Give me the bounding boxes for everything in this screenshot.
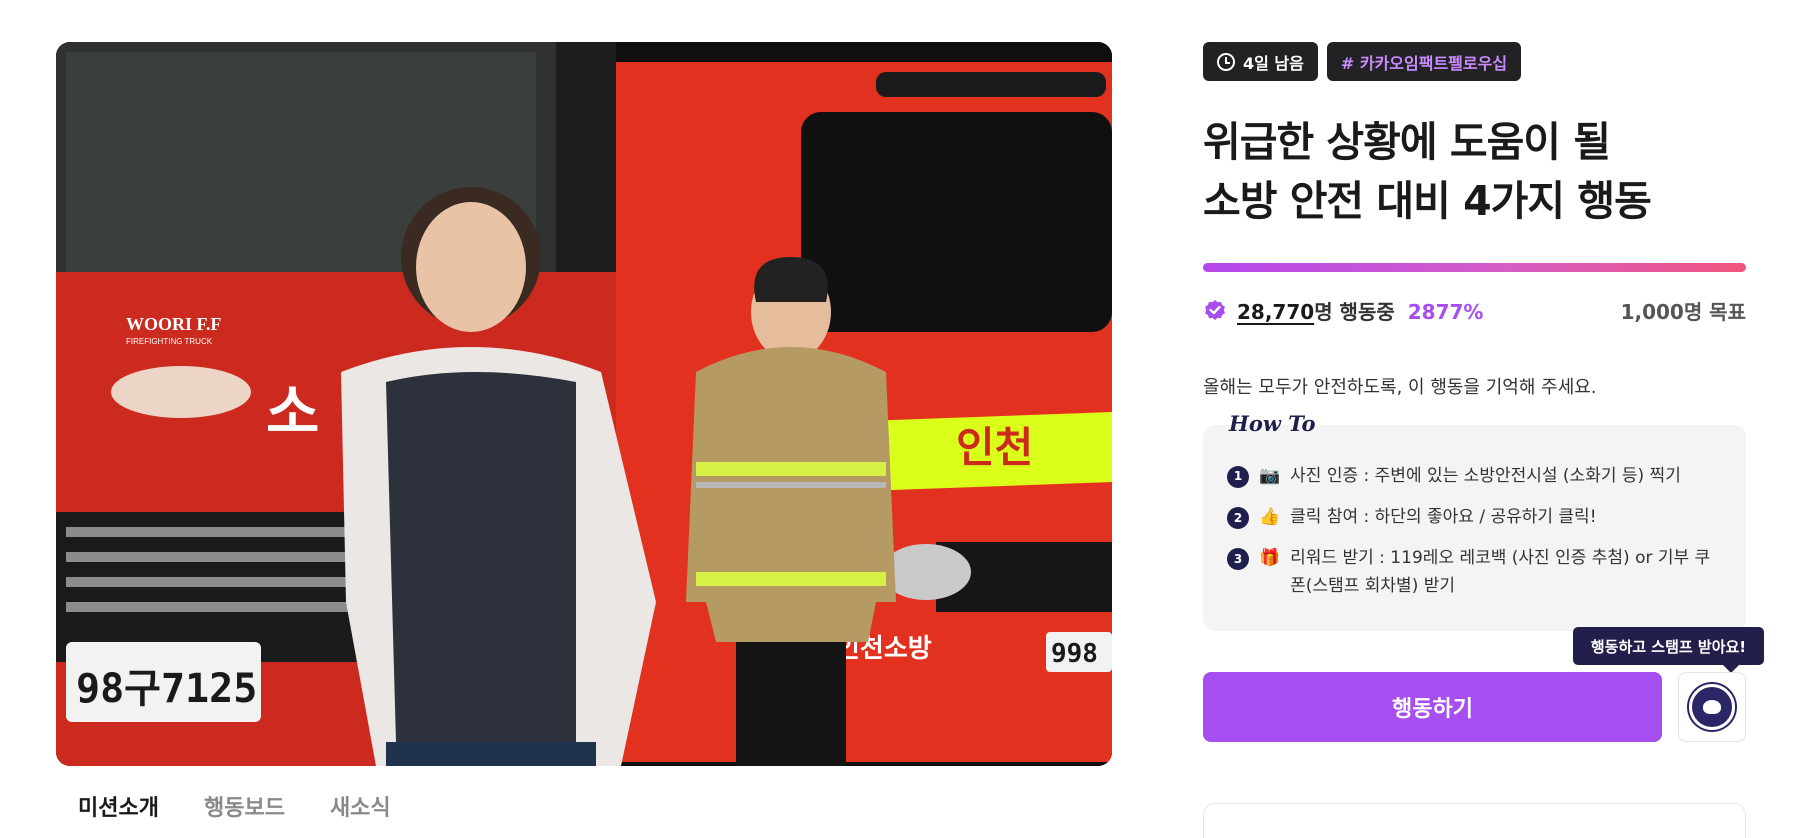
howto-step: 3 🎁 리워드 받기 : 119레오 레코백 (사진 인증 추첨) or 기부 … xyxy=(1227,545,1720,599)
mission-subtitle: 올해는 모두가 안전하도록, 이 행동을 기억해 주세요. xyxy=(1203,377,1597,399)
howto-title: How To xyxy=(1229,411,1316,437)
step-number-badge: 2 xyxy=(1227,507,1249,530)
hero-photo: WOORI F.F FIREFIGHTING TRUCK 소 98구7125 인… xyxy=(56,42,1112,766)
take-action-button[interactable]: 행동하기 xyxy=(1203,672,1662,742)
howto-steps: 1 📷 사진 인증 : 주변에 있는 소방안전시설 (소화기 등) 찍기 2 👍… xyxy=(1227,463,1720,600)
truck-brand-subtext: FIREFIGHTING TRUCK xyxy=(126,337,213,346)
step-text: 클릭 참여 : 하단의 좋아요 / 공유하기 클릭! xyxy=(1290,507,1597,528)
step-text: 사진 인증 : 주변에 있는 소방안전시설 (소화기 등) 찍기 xyxy=(1290,466,1681,487)
goal-text: 1,000명 목표 xyxy=(1620,300,1746,325)
license-plate-left: 98구7125 xyxy=(76,666,257,712)
participants-stat: 28,770명 행동중 2877% xyxy=(1203,296,1483,325)
step-text: 리워드 받기 : 119레오 레코백 (사진 인증 추첨) or 기부 쿠폰(스… xyxy=(1290,548,1711,596)
stats-row: 28,770명 행동중 2877% 1,000명 목표 xyxy=(1203,296,1746,325)
step-number-badge: 3 xyxy=(1227,548,1249,571)
tab-news[interactable]: 새소식 xyxy=(330,790,391,822)
gift-icon: 🎁 xyxy=(1259,548,1281,569)
stamp-badge-icon xyxy=(1689,684,1735,730)
progress-bar xyxy=(1203,263,1746,273)
step-number-badge: 1 xyxy=(1227,466,1249,489)
mission-detail-panel: 4일 남음 # 카카오임팩트펠로우십 위급한 상황에 도움이 될 소방 안전 대… xyxy=(1203,42,1746,632)
truck-stripe-text: 인천 xyxy=(956,423,1033,472)
tab-mission-intro[interactable]: 미션소개 xyxy=(78,790,159,822)
days-left-label: 4일 남음 xyxy=(1243,53,1304,73)
camera-icon: 📷 xyxy=(1259,466,1281,487)
participation-percent: 2877% xyxy=(1407,300,1484,325)
firefighter-truck-illustration: WOORI F.F FIREFIGHTING TRUCK 소 98구7125 인… xyxy=(56,42,1112,766)
stamp-tooltip: 행동하고 스탬프 받아요! xyxy=(1573,627,1764,673)
truck-door-text: 소 xyxy=(266,378,319,446)
content-tabs: 미션소개 행동보드 새소식 xyxy=(78,790,391,822)
title-line-2: 소방 안전 대비 4가지 행동 xyxy=(1203,177,1652,226)
participant-count-suffix: 명 행동중 xyxy=(1314,300,1395,325)
bottom-card xyxy=(1203,803,1746,838)
howto-box: How To 1 📷 사진 인증 : 주변에 있는 소방안전시설 (소화기 등)… xyxy=(1203,411,1746,632)
tab-action-board[interactable]: 행동보드 xyxy=(204,790,285,822)
stamp-button[interactable] xyxy=(1678,672,1746,742)
page-title: 위급한 상황에 도움이 될 소방 안전 대비 4가지 행동 xyxy=(1203,113,1746,231)
clock-icon xyxy=(1217,52,1235,71)
howto-step: 1 📷 사진 인증 : 주변에 있는 소방안전시설 (소화기 등) 찍기 xyxy=(1227,463,1720,490)
hashtag-label: # 카카오임팩트펠로우십 xyxy=(1340,53,1508,73)
title-line-1: 위급한 상황에 도움이 될 xyxy=(1203,118,1611,166)
chips-row: 4일 남음 # 카카오임팩트펠로우십 xyxy=(1203,42,1746,81)
howto-step: 2 👍 클릭 참여 : 하단의 좋아요 / 공유하기 클릭! xyxy=(1227,504,1720,531)
days-left-chip: 4일 남음 xyxy=(1203,42,1318,81)
participant-count[interactable]: 28,770 xyxy=(1237,300,1314,324)
thumbs-up-icon: 👍 xyxy=(1259,507,1281,528)
license-plate-right: 998 xyxy=(1051,639,1098,669)
hashtag-chip[interactable]: # 카카오임팩트펠로우십 xyxy=(1326,42,1522,81)
truck-brand-text: WOORI F.F xyxy=(126,314,221,334)
verified-badge-icon xyxy=(1205,299,1225,320)
